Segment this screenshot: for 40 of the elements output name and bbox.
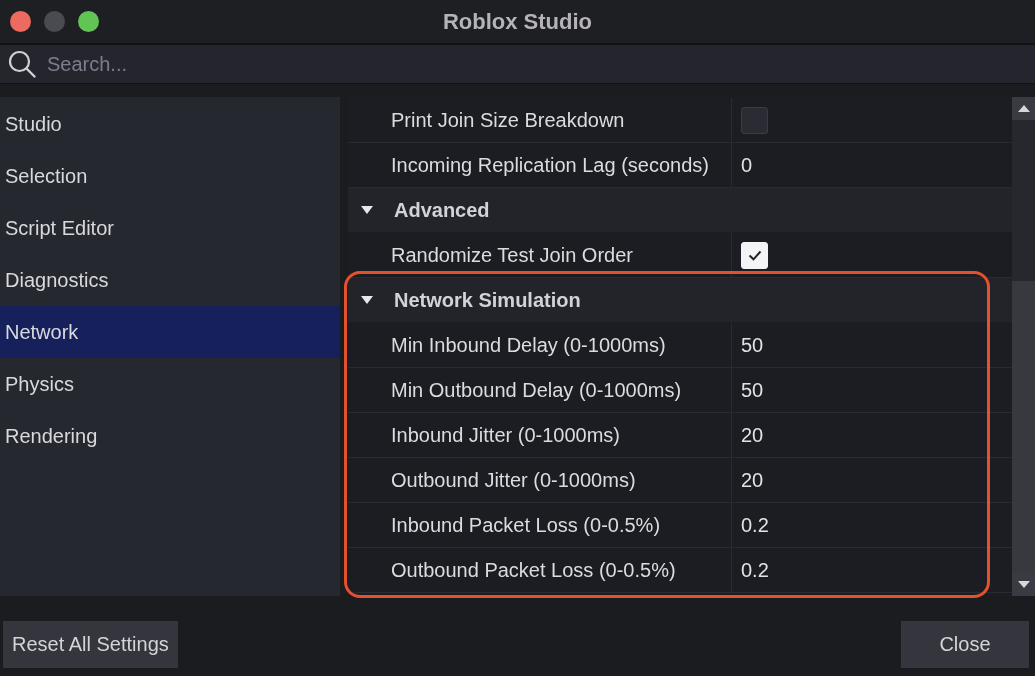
checkbox[interactable] bbox=[741, 106, 768, 134]
scrollbar-thumb[interactable] bbox=[1012, 281, 1035, 573]
setting-label: Inbound Jitter (0-1000ms) bbox=[391, 423, 620, 447]
section-header[interactable]: Network Simulation bbox=[348, 278, 1012, 323]
value-field[interactable]: 0 bbox=[741, 153, 753, 177]
down-arrow-icon bbox=[1017, 581, 1030, 588]
value-field[interactable]: 50 bbox=[741, 378, 764, 402]
zoom-window-icon[interactable] bbox=[78, 11, 99, 32]
setting-label: Min Outbound Delay (0-1000ms) bbox=[391, 378, 682, 402]
sidebar-item[interactable]: Studio bbox=[0, 98, 340, 150]
sidebar-item[interactable]: Rendering bbox=[0, 410, 340, 462]
sidebar-item[interactable]: Physics bbox=[0, 358, 340, 410]
sidebar-item[interactable]: Script Editor bbox=[0, 202, 340, 254]
value-field[interactable]: 20 bbox=[741, 423, 764, 447]
search-field[interactable]: Search... bbox=[0, 45, 1035, 84]
setting-label: Incoming Replication Lag (seconds) bbox=[391, 153, 709, 177]
search-input[interactable]: Search... bbox=[47, 51, 1027, 77]
dialog-button[interactable]: Close bbox=[901, 621, 1029, 668]
sidebar-item[interactable]: Diagnostics bbox=[0, 254, 340, 306]
sidebar-item[interactable]: Selection bbox=[0, 150, 340, 202]
setting-label: Randomize Test Join Order bbox=[391, 243, 633, 267]
value-field[interactable]: 20 bbox=[741, 468, 764, 492]
up-arrow-icon bbox=[1017, 105, 1030, 112]
setting-label: Outbound Packet Loss (0-0.5%) bbox=[391, 558, 676, 582]
search-icon bbox=[8, 50, 36, 78]
setting-label: Print Join Size Breakdown bbox=[391, 108, 625, 132]
setting-label: Min Inbound Delay (0-1000ms) bbox=[391, 333, 666, 357]
scroll-down-button[interactable] bbox=[1012, 573, 1035, 596]
sidebar-item[interactable]: Network bbox=[0, 306, 340, 358]
window-title: Roblox Studio bbox=[442, 8, 593, 35]
setting-label: Outbound Jitter (0-1000ms) bbox=[391, 468, 636, 492]
value-field[interactable]: 50 bbox=[741, 333, 764, 357]
scroll-up-button[interactable] bbox=[1012, 97, 1035, 120]
value-field[interactable]: 0.2 bbox=[741, 558, 769, 582]
dialog-button[interactable]: Reset All Settings bbox=[3, 621, 178, 668]
check-icon bbox=[747, 249, 762, 261]
close-window-icon[interactable] bbox=[10, 11, 31, 32]
setting-label: Inbound Packet Loss (0-0.5%) bbox=[391, 513, 661, 537]
section-header[interactable]: Advanced bbox=[348, 188, 1012, 233]
value-field[interactable]: 0.2 bbox=[741, 513, 769, 537]
